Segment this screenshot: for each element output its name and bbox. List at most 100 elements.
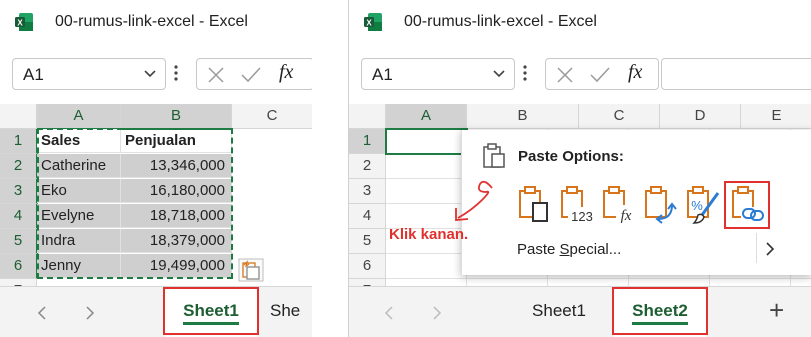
sheet-tab-bar: Sheet1 Sheet2 + bbox=[349, 286, 811, 337]
row-header-2[interactable]: 2 bbox=[0, 154, 38, 179]
cell-b3[interactable]: 16,180,000 bbox=[121, 179, 232, 203]
column-header-e[interactable]: E bbox=[741, 104, 811, 129]
row-header-2[interactable]: 2 bbox=[349, 154, 386, 179]
select-all-corner[interactable] bbox=[349, 104, 386, 129]
cell-b4[interactable]: 18,718,000 bbox=[121, 204, 232, 228]
insert-function-icon[interactable]: fx bbox=[279, 61, 293, 84]
name-box[interactable]: A1 bbox=[361, 58, 515, 90]
cell-b1[interactable]: Penjualan bbox=[121, 129, 232, 153]
column-header-a[interactable]: A bbox=[386, 104, 467, 130]
row-header-1[interactable]: 1 bbox=[349, 129, 387, 154]
paste-special-suffix: pecial... bbox=[569, 241, 622, 258]
previous-sheet-icon[interactable] bbox=[36, 305, 48, 321]
next-sheet-icon[interactable] bbox=[84, 305, 96, 321]
row-header-3[interactable]: 3 bbox=[0, 179, 38, 204]
name-box[interactable]: A1 bbox=[12, 58, 166, 90]
paste-special-prefix: Paste bbox=[517, 241, 560, 258]
chevron-down-icon[interactable] bbox=[143, 69, 157, 79]
row-header-5[interactable]: 5 bbox=[349, 229, 386, 254]
row-header-4[interactable]: 4 bbox=[0, 204, 38, 229]
cancel-icon[interactable] bbox=[556, 67, 574, 83]
paste-context-menu: Paste Options: 123 fx % Paste Special... bbox=[461, 130, 811, 275]
formatting-icon[interactable]: % bbox=[684, 185, 722, 225]
chevron-right-icon[interactable] bbox=[765, 242, 775, 256]
values-icon[interactable]: 123 bbox=[558, 185, 596, 225]
cell-b6[interactable]: 19,499,000 bbox=[121, 254, 232, 278]
formula-input[interactable] bbox=[661, 58, 811, 90]
cell-a4[interactable]: Evelyne bbox=[37, 204, 121, 228]
column-header-d[interactable]: D bbox=[660, 104, 741, 129]
name-box-value: A1 bbox=[23, 65, 44, 84]
row-header-5[interactable]: 5 bbox=[0, 229, 38, 254]
more-options-icon[interactable] bbox=[523, 64, 527, 82]
cell-a5[interactable]: Indra bbox=[37, 229, 121, 253]
row-header-1[interactable]: 1 bbox=[0, 129, 38, 154]
cancel-icon[interactable] bbox=[207, 67, 225, 83]
cell-a3[interactable]: Eko bbox=[37, 179, 121, 203]
next-sheet-icon[interactable] bbox=[431, 305, 443, 321]
column-header-b[interactable]: B bbox=[121, 104, 232, 130]
row-header-3[interactable]: 3 bbox=[349, 179, 386, 204]
name-box-value: A1 bbox=[372, 65, 393, 84]
add-sheet-button[interactable]: + bbox=[769, 295, 784, 326]
formula-bar: A1 fx bbox=[349, 56, 811, 92]
transpose-icon[interactable] bbox=[642, 185, 680, 225]
select-all-corner[interactable] bbox=[0, 104, 37, 129]
tab-sheet1-label: Sheet1 bbox=[532, 301, 586, 320]
tab-sheet1[interactable]: Sheet1 bbox=[514, 287, 604, 337]
chevron-down-icon[interactable] bbox=[492, 69, 506, 79]
annotation-label: Klik kanan. bbox=[389, 226, 469, 243]
tab-sheet2-label: She bbox=[270, 301, 301, 320]
formula-bar: A1 fx bbox=[0, 56, 312, 92]
paste-special-accelerator: S bbox=[559, 241, 570, 258]
formula-buttons: fx bbox=[545, 58, 659, 90]
row-header-6[interactable]: 6 bbox=[0, 254, 38, 279]
svg-text:X: X bbox=[17, 19, 23, 28]
svg-text:%: % bbox=[691, 198, 703, 213]
excel-logo-icon: X bbox=[15, 13, 33, 31]
title-bar: X 00-rumus-link-excel - Excel bbox=[0, 0, 312, 44]
annotation-arrow bbox=[455, 180, 493, 221]
tab-sheet1-label: Sheet1 bbox=[183, 301, 239, 325]
enter-icon[interactable] bbox=[590, 67, 610, 83]
window-title: 00-rumus-link-excel - Excel bbox=[404, 13, 597, 30]
formulas-icon-label: fx bbox=[621, 208, 632, 224]
svg-text:X: X bbox=[366, 19, 372, 28]
tab-sheet2[interactable]: Sheet2 bbox=[614, 287, 706, 337]
cell-a2[interactable]: Catherine bbox=[37, 154, 121, 178]
paste-link-icon[interactable] bbox=[729, 185, 767, 225]
column-header-a[interactable]: A bbox=[37, 104, 121, 130]
excel-logo-icon: X bbox=[364, 13, 382, 31]
cell-b2[interactable]: 13,346,000 bbox=[121, 154, 232, 178]
menu-separator bbox=[756, 233, 757, 263]
paste-special-item[interactable]: Paste Special... bbox=[517, 241, 621, 258]
divider-gap bbox=[312, 0, 348, 337]
left-excel-window: X 00-rumus-link-excel - Excel A1 fx A B … bbox=[0, 0, 313, 337]
formula-buttons: fx bbox=[196, 58, 312, 90]
active-cell-a1[interactable] bbox=[385, 128, 468, 155]
row-header-4[interactable]: 4 bbox=[349, 204, 386, 229]
paste-options-icon[interactable] bbox=[238, 258, 264, 282]
paste-icon[interactable] bbox=[516, 185, 554, 225]
values-icon-label: 123 bbox=[571, 209, 593, 224]
column-header-c[interactable]: C bbox=[579, 104, 660, 129]
column-header-b[interactable]: B bbox=[467, 104, 579, 129]
sheet-tab-bar: Sheet1 She bbox=[0, 286, 312, 337]
column-header-c[interactable]: C bbox=[232, 104, 312, 129]
cell-a6[interactable]: Jenny bbox=[37, 254, 121, 278]
tab-sheet1[interactable]: Sheet1 bbox=[165, 287, 257, 337]
cell-a1[interactable]: Sales bbox=[37, 129, 121, 153]
formulas-icon[interactable]: fx bbox=[600, 185, 638, 225]
more-options-icon[interactable] bbox=[174, 64, 178, 82]
enter-icon[interactable] bbox=[241, 67, 261, 83]
cell-b5[interactable]: 18,379,000 bbox=[121, 229, 232, 253]
previous-sheet-icon[interactable] bbox=[383, 305, 395, 321]
insert-function-icon[interactable]: fx bbox=[628, 61, 642, 84]
title-bar: X 00-rumus-link-excel - Excel bbox=[349, 0, 811, 44]
window-title: 00-rumus-link-excel - Excel bbox=[55, 13, 248, 30]
clipboard-icon bbox=[483, 143, 505, 168]
paste-options-header: Paste Options: bbox=[518, 148, 624, 165]
tab-sheet2-label: Sheet2 bbox=[632, 301, 688, 325]
tab-sheet2[interactable]: She bbox=[270, 287, 312, 337]
row-header-6[interactable]: 6 bbox=[349, 254, 386, 279]
